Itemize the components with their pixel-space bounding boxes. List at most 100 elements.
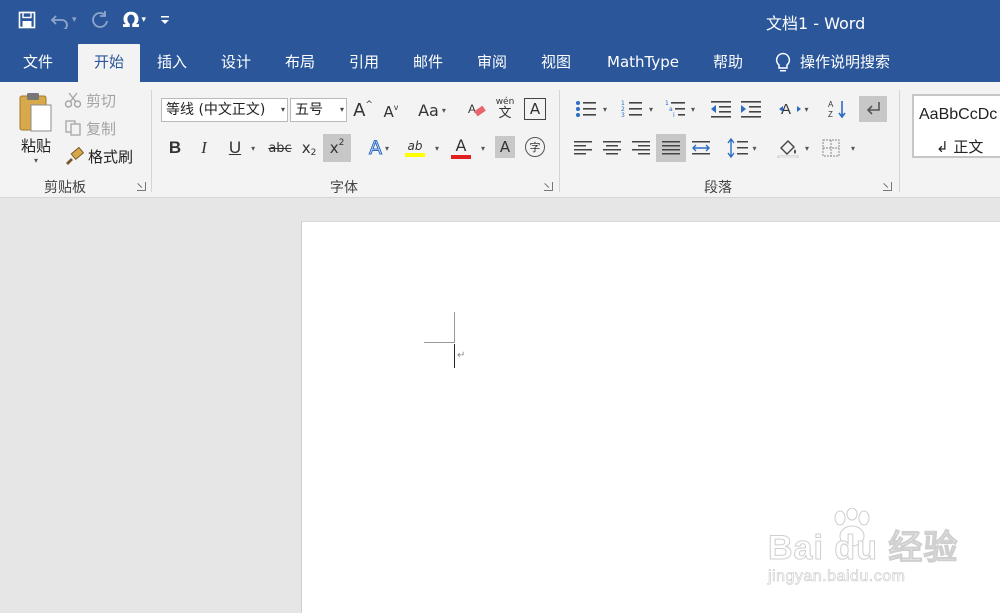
borders-button[interactable]: ▾	[818, 136, 858, 160]
increase-indent-button[interactable]	[739, 96, 763, 122]
tab-references[interactable]: 引用	[334, 44, 394, 82]
highlighter-icon: ab	[407, 139, 423, 153]
character-shading-button[interactable]: A	[495, 136, 515, 158]
character-border-button[interactable]: A	[524, 98, 546, 120]
align-left-icon	[574, 141, 592, 155]
redo-button[interactable]	[91, 6, 109, 34]
highlight-color-bar	[404, 153, 425, 157]
align-center-button[interactable]	[600, 136, 624, 160]
tab-mathtype[interactable]: MathType	[596, 44, 690, 82]
bullet-list-icon	[575, 101, 596, 117]
paint-bucket-icon	[777, 140, 799, 158]
chinese-layout-button[interactable]: A ▾	[775, 96, 813, 122]
subscript-button[interactable]: x2	[298, 136, 320, 160]
cut-label: 剪切	[86, 91, 117, 110]
style-normal-tile[interactable]: AaBbCcDc ↲ 正文	[912, 94, 1000, 158]
tab-mailings[interactable]: 邮件	[398, 44, 458, 82]
superscript-icon: x	[329, 139, 339, 157]
enclose-characters-button[interactable]: 字	[525, 137, 545, 157]
font-size-combo[interactable]: 五号 ▾	[290, 98, 347, 122]
bullets-button[interactable]: ▾	[570, 96, 612, 122]
clipboard-launcher-icon[interactable]	[137, 182, 146, 191]
eraser-icon: A	[468, 102, 486, 117]
paragraph-group-label: 段落	[704, 180, 732, 196]
text-effects-button[interactable]: A ▾	[362, 136, 396, 160]
undo-button[interactable]: ▾	[50, 6, 77, 34]
watermark-url: jingyan.baidu.com	[768, 568, 906, 586]
scissors-icon	[64, 92, 82, 108]
tab-review[interactable]: 审阅	[462, 44, 522, 82]
svg-text:A: A	[468, 102, 476, 116]
phonetic-guide-button[interactable]: wén 文	[494, 94, 516, 124]
format-painter-button[interactable]: 格式刷	[64, 145, 133, 167]
underline-button[interactable]: U ▾	[222, 136, 262, 160]
tab-home[interactable]: 开始	[78, 44, 140, 82]
align-left-button[interactable]	[571, 136, 595, 160]
svg-text:3: 3	[621, 112, 625, 118]
distributed-button[interactable]	[689, 136, 713, 160]
distributed-icon	[692, 141, 710, 155]
tell-me-search[interactable]: 操作说明搜索	[800, 44, 900, 82]
tab-layout[interactable]: 布局	[270, 44, 330, 82]
bold-icon: B	[168, 138, 182, 157]
lightbulb-icon[interactable]	[774, 52, 792, 74]
shading-button[interactable]: ▾	[773, 136, 813, 160]
paste-button[interactable]: 粘贴 ▾	[14, 90, 58, 166]
font-launcher-icon[interactable]	[544, 182, 553, 191]
paste-dropdown-icon[interactable]: ▾	[34, 156, 38, 165]
align-center-icon	[603, 141, 621, 155]
clear-formatting-button[interactable]: A	[466, 98, 488, 122]
font-group-label: 字体	[330, 180, 358, 196]
paintbrush-icon	[66, 147, 84, 165]
copy-icon	[65, 120, 81, 136]
omega-icon: Ω	[122, 8, 140, 32]
multilevel-list-button[interactable]: 1 a i ▾	[662, 96, 698, 122]
sort-button[interactable]: A Z	[826, 96, 850, 122]
chinese-layout-icon: A	[779, 101, 802, 118]
tab-file[interactable]: 文件	[8, 44, 68, 82]
strikethrough-button[interactable]: abc	[266, 136, 294, 160]
svg-text:i: i	[673, 112, 675, 118]
bold-button[interactable]: B	[164, 136, 186, 160]
font-color-button[interactable]: A ▾	[448, 134, 488, 162]
highlight-button[interactable]: ab ▾	[402, 134, 442, 162]
copy-button[interactable]: 复制	[64, 117, 116, 139]
character-border-icon: A	[529, 100, 541, 118]
grow-font-button[interactable]: A ^	[352, 98, 374, 122]
font-size-dropdown-icon[interactable]: ▾	[340, 99, 344, 121]
paragraph-mark: ↵	[457, 350, 466, 361]
font-name-combo[interactable]: 等线 (中文正文) ▾	[161, 98, 288, 122]
decrease-indent-button[interactable]	[709, 96, 733, 122]
enclose-characters-icon: 字	[529, 141, 541, 154]
show-hide-marks-button[interactable]	[859, 96, 887, 122]
tab-help[interactable]: 帮助	[700, 44, 756, 82]
align-right-button[interactable]	[629, 136, 653, 160]
customize-qat-button[interactable]	[160, 6, 170, 34]
character-shading-icon: A	[499, 138, 511, 156]
symbol-dropdown-icon[interactable]: ▾	[142, 15, 147, 25]
tab-design[interactable]: 设计	[206, 44, 266, 82]
line-spacing-icon	[727, 138, 749, 158]
group-divider	[559, 90, 560, 192]
crop-mark-horizontal	[424, 342, 454, 343]
tab-view[interactable]: 视图	[526, 44, 586, 82]
crop-mark-vertical	[454, 312, 455, 343]
undo-dropdown-icon[interactable]: ▾	[72, 15, 77, 25]
justify-button[interactable]	[656, 134, 686, 162]
cut-button[interactable]: 剪切	[64, 89, 116, 111]
increase-indent-icon	[741, 101, 761, 118]
save-button[interactable]	[18, 6, 36, 34]
paragraph-launcher-icon[interactable]	[883, 182, 892, 191]
numbering-button[interactable]: 1 2 3 ▾	[616, 96, 658, 122]
change-case-button[interactable]: Aa ▾	[413, 98, 451, 122]
shrink-font-button[interactable]: Av	[380, 100, 402, 124]
copy-label: 复制	[86, 119, 117, 138]
line-spacing-button[interactable]: ▾	[723, 136, 761, 160]
insert-symbol-button[interactable]: Ω ▾	[123, 6, 147, 34]
font-name-dropdown-icon[interactable]: ▾	[281, 99, 285, 121]
superscript-button[interactable]: x2	[323, 134, 351, 162]
tab-insert[interactable]: 插入	[142, 44, 202, 82]
italic-button[interactable]: I	[193, 136, 215, 160]
baidu-watermark: Bai du 经验 jingyan.baidu.com	[760, 508, 960, 598]
style-sample-text: AaBbCcDc	[919, 106, 998, 123]
